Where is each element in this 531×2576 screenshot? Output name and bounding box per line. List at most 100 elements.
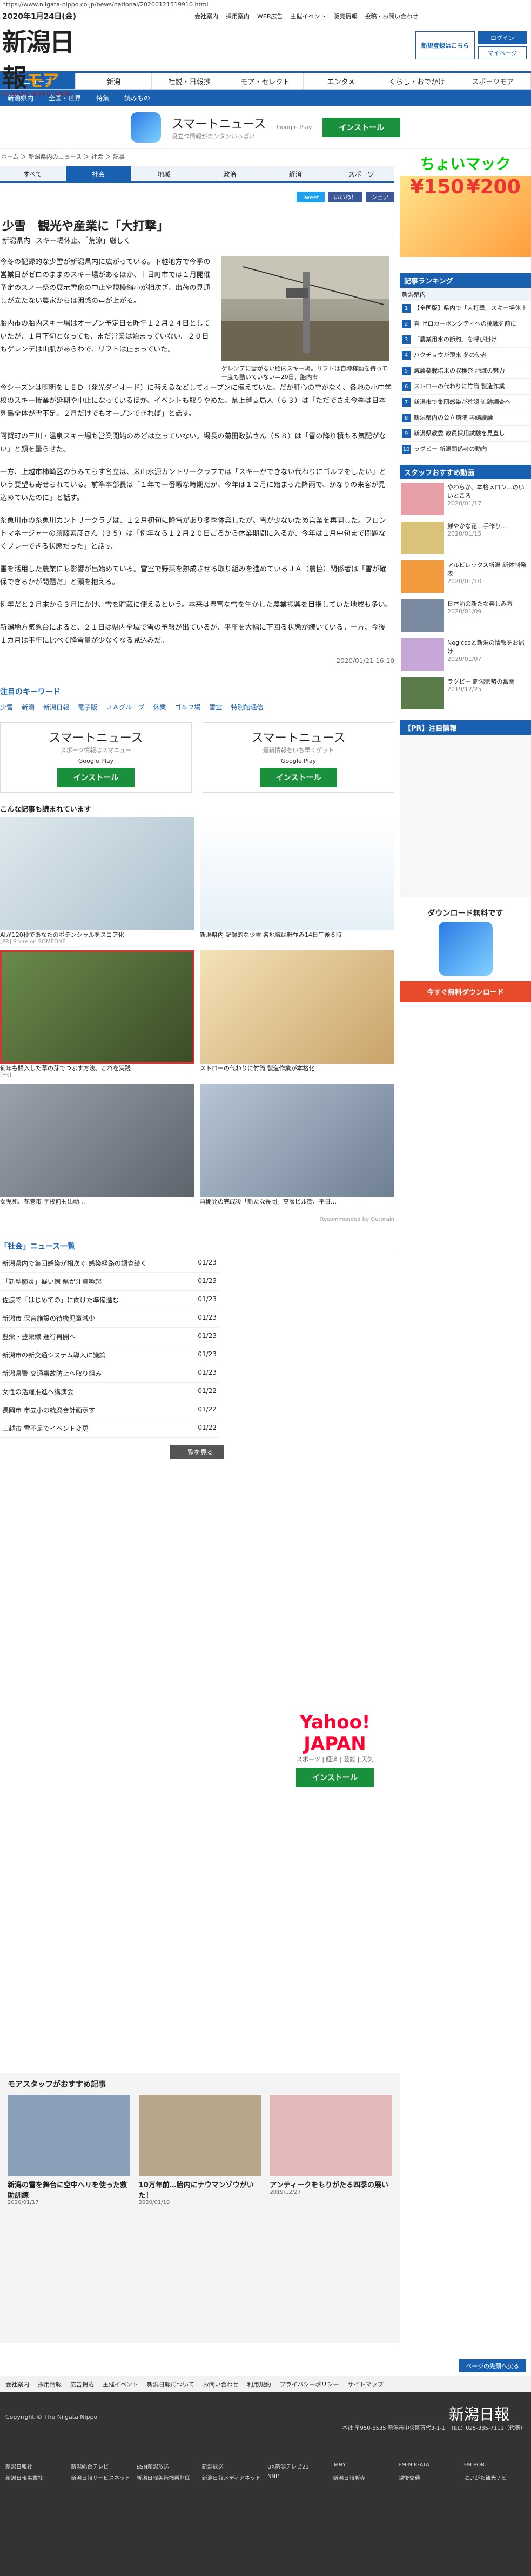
site-logo[interactable]: 新潟日報モア NIIGATA NIPPO MORE	[2, 23, 83, 97]
keyword[interactable]: 電子版	[78, 702, 97, 712]
footer-link[interactable]: 新潟日報販売	[333, 2473, 393, 2482]
keyword[interactable]: ＪＡグループ	[106, 702, 144, 712]
ranking-item[interactable]: 2春 ゼロカーボンシティへの挑戦を前に	[400, 316, 531, 332]
toplink-ads[interactable]: WEB広告	[257, 12, 283, 21]
app-ad-install-button[interactable]: インストール	[57, 768, 135, 787]
register-button[interactable]: 新規登録はこちら	[415, 31, 475, 59]
footnav-link[interactable]: プライバシーポリシー	[280, 2380, 339, 2388]
tab-region[interactable]: 地域	[131, 166, 198, 181]
keyword[interactable]: 雪室	[209, 702, 222, 712]
nav-life[interactable]: くらし・おでかけ	[379, 73, 455, 89]
toplink-events[interactable]: 主催イベント	[290, 12, 326, 21]
footnav-link[interactable]: 採用情報	[38, 2380, 62, 2388]
ranking-tab[interactable]: 新潟県内	[400, 288, 531, 301]
toplink-sales[interactable]: 販売情報	[333, 12, 357, 21]
nav-niigata[interactable]: 新潟	[76, 73, 152, 89]
footer-link[interactable]: 新潟日報美術振興財団	[137, 2473, 197, 2482]
keyword[interactable]: ゴルフ場	[174, 702, 200, 712]
ranking-item[interactable]: 5 減農薬栽培米の収穫祭 地域の魅力	[400, 363, 531, 379]
news-row[interactable]: 「新型肺炎」疑い例 県が注意喚起 01/23	[0, 1273, 219, 1291]
staff-item[interactable]: Negiccoと新潟の情報をお届け 2020/01/07	[400, 635, 531, 674]
news-list-more-button[interactable]: 一覧を見る	[170, 1445, 224, 1459]
mypage-button[interactable]: マイページ	[478, 46, 527, 59]
nav-sports[interactable]: スポーツモア	[455, 73, 531, 89]
nav-more-select[interactable]: モア・セレクト	[227, 73, 304, 89]
reco-item[interactable]: ストローの代わりに竹筒 製造作業が本格化	[200, 950, 394, 1078]
reco-item[interactable]: 何年も購入した草の芽でつぶす方法。これを実践 [PR]	[0, 950, 194, 1078]
url-bar[interactable]: https://www.niigata-nippo.co.jp/news/nat…	[0, 0, 531, 10]
toplink-company[interactable]: 会社案内	[194, 12, 218, 21]
toplink-recruit[interactable]: 採用案内	[226, 12, 250, 21]
footer-link[interactable]: BSN新潟放送	[137, 2462, 197, 2470]
tab-economy[interactable]: 経済	[263, 166, 329, 181]
news-row[interactable]: 新潟市の新交通システム導入に議論 01/23	[0, 1346, 219, 1364]
news-row[interactable]: 上越市 雪不足でイベント変更 01/22	[0, 1419, 219, 1438]
outbrain-label[interactable]: Recommended by Outbrain	[0, 1216, 394, 1222]
reco-item[interactable]: 再開発の完成後「新たな長岡」高層ビル街、平日…	[200, 1084, 394, 1206]
footnav-link[interactable]: 会社案内	[5, 2380, 29, 2388]
tab-sports[interactable]: スポーツ	[328, 166, 395, 181]
news-row[interactable]: 佐渡で「はじめての」に向けた準備進む 01/23	[0, 1291, 219, 1309]
tab-all[interactable]: すべて	[0, 166, 66, 181]
footnav-link[interactable]: サイトマップ	[347, 2380, 383, 2388]
tweet-button[interactable]: Tweet	[297, 192, 325, 202]
news-row[interactable]: 新潟県警 交通事故防止へ取り組み 01/23	[0, 1364, 219, 1383]
footer-link[interactable]: NNP	[267, 2473, 327, 2482]
app-ad-install-button[interactable]: インストール	[259, 768, 338, 787]
footer-link[interactable]: 新潟日報サービスネット	[71, 2473, 131, 2482]
login-button[interactable]: ログイン	[478, 31, 527, 44]
footer-link[interactable]: 新潟日報社	[5, 2462, 65, 2470]
staff-item[interactable]: ラグビー 新潟県勢の奮闘 2019/12/25	[400, 674, 531, 713]
ranking-item[interactable]: 9 新潟県教委 教員採用試験を見直し	[400, 426, 531, 442]
keyword[interactable]: 新潟	[22, 702, 35, 712]
keyword[interactable]: 少雪	[0, 702, 13, 712]
subnav-reading[interactable]: 読みもの	[117, 90, 158, 106]
footer-link[interactable]: 新潟日報メディアネット	[202, 2473, 262, 2482]
footer-link[interactable]: TeNY	[333, 2462, 393, 2470]
ranking-item[interactable]: 3 「農業用水の節約」を呼び掛け	[400, 332, 531, 348]
mo-item[interactable]: アンティークをもりがたる四季の展い 2019/12/27	[270, 2095, 392, 2206]
mo-item[interactable]: 10万年前…胎内にナウマンゾウがいた！ 2020/01/10	[138, 2095, 261, 2206]
footnav-link[interactable]: 広告掲載	[70, 2380, 94, 2388]
app-install-button[interactable]: インストール	[322, 117, 401, 137]
ranking-item[interactable]: 1 【全国版】県内で「大打撃」スキー場休止	[400, 301, 531, 316]
reco-item[interactable]: 新潟県内 記録的な少雪 各地域は軒並み14日午後６時	[200, 817, 394, 945]
keyword[interactable]: 特別館通信	[231, 702, 263, 712]
footer-link[interactable]: 越後交通	[399, 2473, 459, 2482]
news-row[interactable]: 新潟県内で集団感染が相次ぐ 感染経路の調査続く 01/23	[0, 1254, 219, 1273]
footer-link[interactable]: 新潟日報事業社	[5, 2473, 65, 2482]
staff-item[interactable]: やわらか、本格メロン…のいいところ 2020/01/17	[400, 479, 531, 518]
mo-item[interactable]: 新潟の雪を舞台に空中ヘリを使った救助訓練 2020/01/17	[8, 2095, 130, 2206]
ranking-item[interactable]: 7 新潟市で集団感染が確認 追跡調査へ	[400, 395, 531, 410]
footnav-link[interactable]: 利用規約	[247, 2380, 271, 2388]
nav-editorial[interactable]: 社説・日報抄	[152, 73, 228, 89]
staff-item[interactable]: 鮮やかな花…手作り… 2020/01/15	[400, 518, 531, 557]
share-button[interactable]: シェア	[366, 192, 394, 202]
footnav-link[interactable]: お問い合わせ	[203, 2380, 239, 2388]
pr-list[interactable]	[400, 735, 531, 897]
article-photo[interactable]	[221, 256, 389, 361]
footnav-link[interactable]: 主催イベント	[103, 2380, 138, 2388]
reco-item[interactable]: 女児死、花巻市 学校前も出動…	[0, 1084, 194, 1206]
footer-logo[interactable]: 新潟日報	[449, 2403, 509, 2424]
footer-link[interactable]: 新潟総合テレビ	[71, 2462, 131, 2470]
ranking-item[interactable]: 10 ラグビー 新潟関係者の動向	[400, 442, 531, 457]
reco-item[interactable]: AIが120秒であなたのポテンシャルをスコア化 [PR] Score on SO…	[0, 817, 194, 945]
footer-link[interactable]: 新潟放送	[202, 2462, 262, 2470]
like-button[interactable]: いいね！	[328, 192, 362, 202]
footer-link[interactable]: FM-NIIGATA	[399, 2462, 459, 2470]
news-row[interactable]: 豊栄・豊栄線 運行再開へ 01/23	[0, 1328, 219, 1346]
news-row[interactable]: 長岡市 市立小の統廃合計画示す 01/22	[0, 1401, 219, 1419]
news-row[interactable]: 新潟市 保育施設の待機児童減少 01/23	[0, 1309, 219, 1328]
keyword[interactable]: 休業	[153, 702, 166, 712]
footer-link[interactable]: FM PORT	[464, 2462, 524, 2470]
ranking-item[interactable]: 8 新潟県内の公立病院 再編議論	[400, 410, 531, 426]
footer-link[interactable]: UX新潟テレビ21	[267, 2462, 327, 2470]
staff-item[interactable]: アルビレックス新潟 新体制発表 2020/01/10	[400, 557, 531, 596]
toplink-contact[interactable]: 投稿・お問い合わせ	[365, 12, 418, 21]
tab-society[interactable]: 社会	[65, 166, 132, 181]
page-top-button[interactable]: ページの先頭へ戻る	[459, 2359, 526, 2372]
news-row[interactable]: 女性の活躍推進へ講演会 01/22	[0, 1383, 219, 1401]
download-button[interactable]: 今すぐ無料ダウンロード	[400, 981, 531, 1002]
ranking-item[interactable]: 6 ストローの代わりに竹筒 製造作業	[400, 379, 531, 395]
